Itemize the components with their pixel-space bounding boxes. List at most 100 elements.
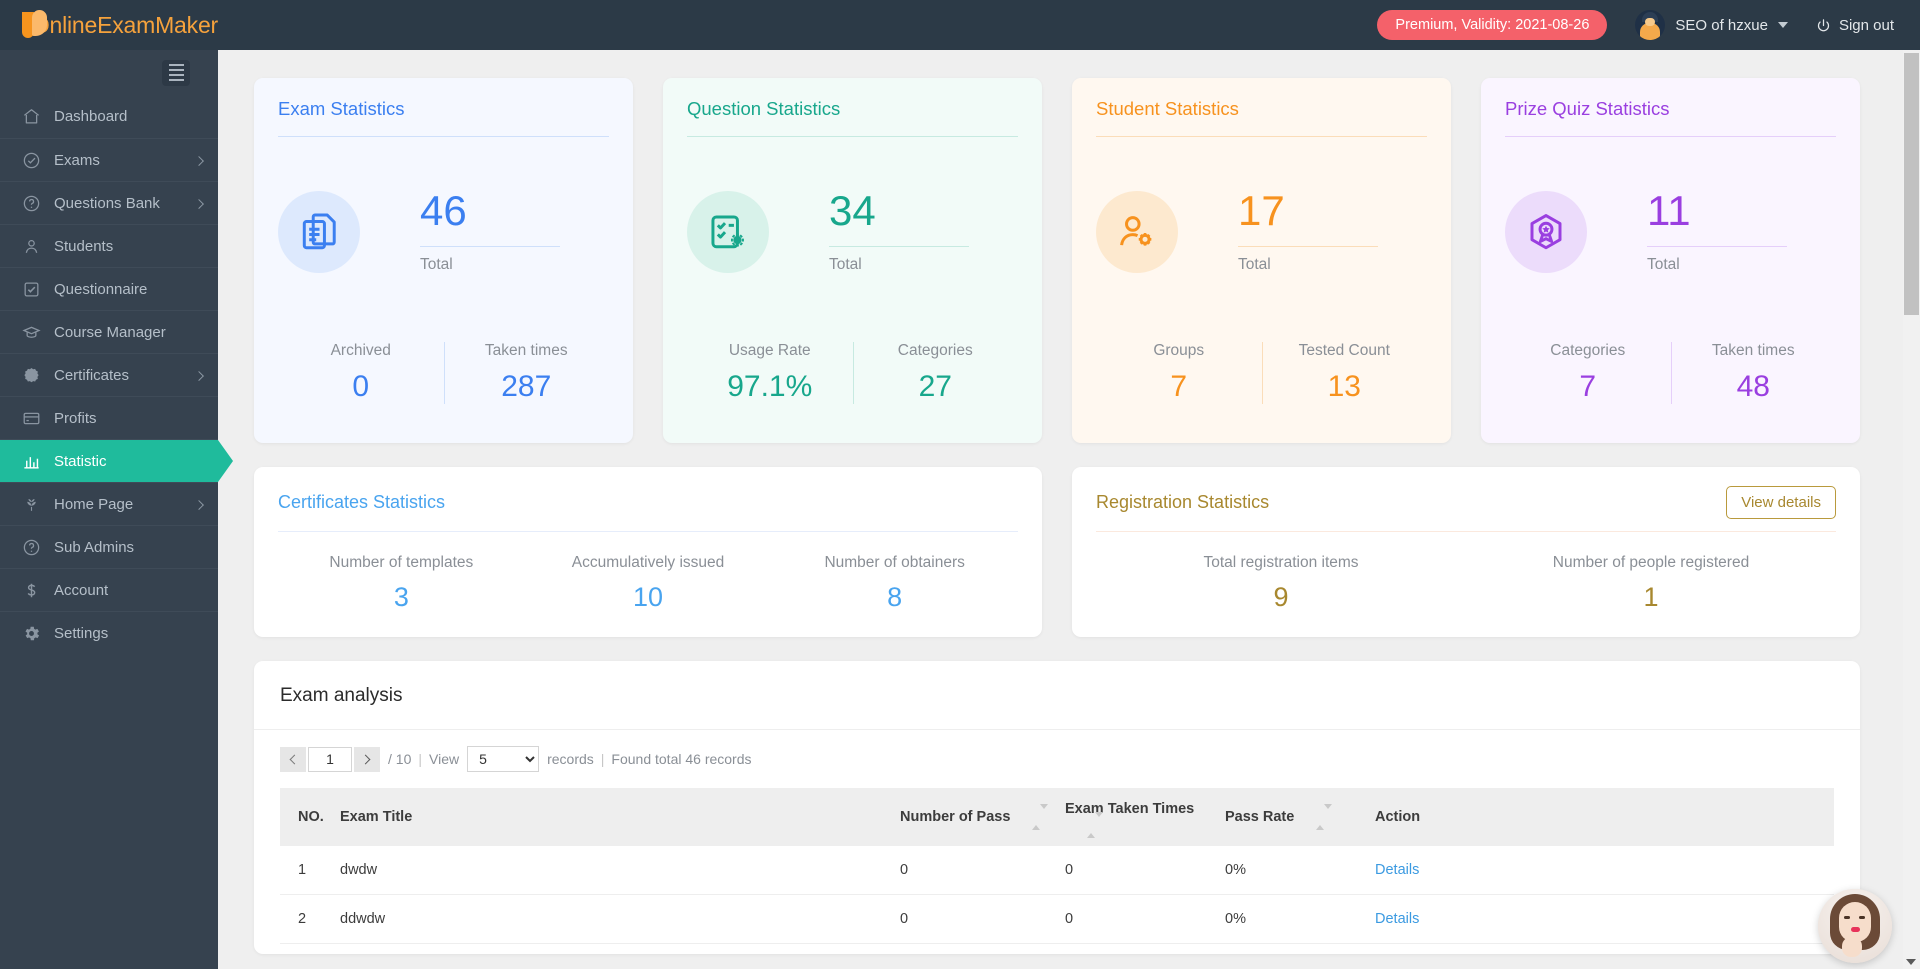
details-link[interactable]: Details [1375,862,1419,878]
sidebar-item-label: Questionnaire [54,280,148,298]
sidebar-item-exams[interactable]: Exams [0,138,218,181]
sidebar-item-questions-bank[interactable]: Questions Bank [0,181,218,224]
stat-metric-label: Categories [897,342,973,359]
sidebar-item-account[interactable]: Account [0,568,218,611]
award-hex-icon [1505,190,1587,273]
records-per-page-select[interactable]: 5102050 [467,746,540,772]
metric-value: 9 [1273,582,1289,612]
main-content: Exam Statistics 46 Total Archived 0 Taken tim… [218,50,1902,969]
view-details-button[interactable]: View details [1726,485,1836,519]
secondary-stats-row: Certificates Statistics Number of templa… [254,467,1860,637]
cell-number-of-pass: 0 [900,846,1065,896]
sidebar-item-course-manager[interactable]: Course Manager [0,310,218,353]
scrollbar-thumb[interactable] [1904,53,1919,315]
exam-analysis-table: NO. Exam Title Number of Pass Exam Taken Ti… [280,788,1834,945]
users-icon [22,237,41,256]
details-link[interactable]: Details [1375,911,1419,927]
support-chat-avatar-button[interactable] [1818,889,1892,963]
cell-number-of-pass: 0 [900,894,1065,945]
metric: Total registration items 9 [1096,554,1466,613]
sign-out-label: Sign out [1838,16,1894,34]
divider [1261,342,1263,404]
column-label: Number of Pass [900,809,1011,825]
stat-metric-label: Groups [1153,342,1205,359]
table-column-header[interactable]: Pass Rate [1225,788,1375,847]
sidebar-item-dashboard[interactable]: Dashboard [0,95,218,138]
sidebar-item-questionnaire[interactable]: Questionnaire [0,267,218,310]
stat-card-title: Question Statistics [687,98,841,119]
user-gear-icon [1096,190,1178,273]
stat-metric: Taken times 48 [1670,342,1837,404]
sidebar-item-label: Account [54,581,109,599]
chevron-right-icon [194,199,204,209]
hamburger-menu-icon[interactable] [162,59,190,86]
card-icon [22,409,41,428]
prev-page-button[interactable] [280,746,306,772]
sort-arrows-icon[interactable] [1316,804,1333,831]
stat-card-student-statistics: Student Statistics 17 Total Groups 7 Tested C… [1072,78,1451,443]
table-column-header[interactable]: Number of Pass [900,788,1065,847]
metric-value: 10 [632,582,664,612]
certificates-title: Certificates Statistics [278,491,446,512]
next-page-button[interactable] [354,746,380,772]
sidebar-item-label: Students [54,237,114,255]
certificates-metrics: Number of templates 3 Accumulatively issue… [278,554,1018,613]
sidebar-item-sub-admins[interactable]: Sub Admins [0,525,218,568]
sidebar-item-home-page[interactable]: Home Page [0,482,218,525]
cell-pass-rate: 0% [1225,846,1375,896]
found-total-label: Found total 46 records [611,751,752,767]
dollar-icon [22,581,41,600]
sort-arrows-icon[interactable] [1032,804,1049,831]
power-icon [1817,18,1830,31]
sidebar-item-label: Exams [54,151,100,169]
sidebar-item-statistic[interactable]: Statistic [0,439,233,482]
sidebar-item-label: Settings [54,624,109,642]
brand-logo[interactable]: OnlineExamMaker [0,0,218,50]
registration-statistics-card: Registration Statistics View details Tot… [1072,467,1860,637]
stat-total-value: 17 [1238,186,1285,234]
divider [1096,531,1836,532]
bar-chart-icon [22,452,41,471]
sidebar-item-students[interactable]: Students [0,224,218,267]
documents-icon [278,190,360,273]
cell-exam-taken-times: 0 [1065,894,1225,945]
column-label: Action [1375,809,1421,826]
stat-cards-row: Exam Statistics 46 Total Archived 0 Taken tim… [254,78,1860,443]
stat-total-value: 34 [829,186,876,234]
cell-no: 1 [280,846,340,896]
chevron-down-icon [1777,22,1788,28]
column-label: Pass Rate [1225,809,1295,825]
sidebar: Dashboard Exams Questions Bank Students Ques… [0,50,233,969]
user-menu[interactable]: SEO of hzxue [1635,10,1788,40]
metric: Number of templates 3 [278,554,525,613]
top-bar-right: Premium, Validity: 2021-08-26 SEO of hzx… [1377,0,1920,50]
stat-metric-label: Usage Rate [728,342,811,359]
sidebar-item-label: Certificates [54,366,130,384]
cell-pass-rate: 0% [1225,894,1375,945]
question-icon [22,538,41,557]
sort-arrows-icon[interactable] [1087,812,1103,839]
vertical-scrollbar[interactable] [1903,50,1920,969]
stat-metric-label: Categories [1550,342,1626,359]
divider [443,342,445,404]
divider [687,136,1018,137]
scroll-down-arrow-icon[interactable] [1906,959,1916,965]
divider [420,245,560,247]
metric: Accumulatively issued 10 [525,554,772,613]
graduation-icon [22,323,41,342]
premium-validity-badge[interactable]: Premium, Validity: 2021-08-26 [1377,10,1608,40]
sidebar-item-settings[interactable]: Settings [0,611,218,654]
page-number-input[interactable] [308,746,352,772]
table-column-header[interactable]: Exam Taken Times [1065,788,1225,847]
sidebar-item-profits[interactable]: Profits [0,396,218,439]
sidebar-item-certificates[interactable]: Certificates [0,353,218,396]
check-circle-icon [22,151,41,170]
stat-total-label: Total [420,255,453,273]
cell-exam-title: ddwdw [340,894,900,945]
question-icon [22,194,41,213]
metric-label: Number of people registered [1552,554,1750,571]
stat-metric: Categories 7 [1505,342,1671,404]
chevron-right-icon [194,371,204,381]
stat-metric: Categories 27 [852,342,1019,404]
sign-out-button[interactable]: Sign out [1816,17,1894,34]
